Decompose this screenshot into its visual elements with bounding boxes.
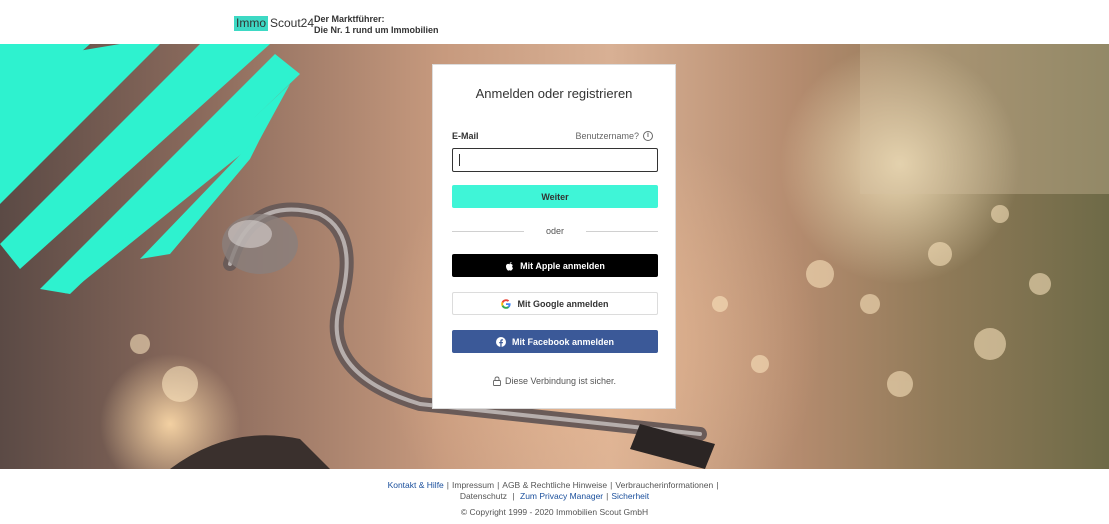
footer-copyright: © Copyright 1999 - 2020 Immobilien Scout… [460, 507, 649, 517]
facebook-icon [495, 336, 506, 347]
immoscout24-logo[interactable]: Immo Scout24 [234, 16, 314, 31]
apple-button-label: Mit Apple anmelden [520, 260, 605, 271]
google-button-label: Mit Google anmelden [517, 298, 609, 309]
footer-link-kontakt[interactable]: Kontakt & Hilfe [388, 480, 444, 490]
footer-separator: | [446, 480, 450, 490]
tagline-line-1: Der Marktführer: [314, 14, 385, 24]
footer-link-privacy-manager[interactable]: Zum Privacy Manager [520, 491, 603, 501]
top-header: Immo Scout24 Der Marktführer: Die Nr. 1 … [0, 0, 1109, 44]
logo-immo: Immo [234, 16, 268, 31]
login-card: Anmelden oder registrieren E-Mail Benutz… [432, 64, 676, 409]
login-title: Anmelden oder registrieren [475, 86, 633, 101]
footer-links-row-1: Kontakt & Hilfe | Impressum | AGB & Rechtlic… [0, 480, 1109, 490]
footer: Kontakt & Hilfe | Impressum | AGB & Rechtlic… [0, 469, 1109, 524]
lock-icon [493, 376, 501, 386]
info-icon[interactable]: i [643, 131, 653, 141]
email-label: E-Mail [452, 131, 479, 141]
continue-button-label: Weiter [541, 191, 569, 202]
tagline-line-2: Die Nr. 1 rund um Immobilien [314, 25, 439, 35]
footer-link-datenschutz[interactable]: Datenschutz [460, 491, 507, 501]
facebook-button-label: Mit Facebook anmelden [511, 336, 615, 347]
footer-link-impressum[interactable]: Impressum [452, 480, 494, 490]
text-cursor [459, 154, 460, 166]
continue-button[interactable]: Weiter [452, 185, 658, 208]
footer-link-sicherheit[interactable]: Sicherheit [611, 491, 649, 501]
footer-separator: | [510, 491, 517, 501]
header-tagline: Der Marktführer: Die Nr. 1 rund um Immob… [314, 14, 439, 36]
username-link-text[interactable]: Benutzername? [575, 131, 639, 141]
google-icon [501, 298, 512, 309]
footer-links-row-2: Datenschutz | Zum Privacy Manager | Sicher… [0, 491, 1109, 501]
facebook-signin-button[interactable]: Mit Facebook anmelden [452, 330, 658, 353]
or-divider: oder [452, 225, 658, 237]
footer-link-agb[interactable]: AGB & Rechtliche Hinweise [502, 480, 607, 490]
google-signin-button[interactable]: Mit Google anmelden [452, 292, 658, 315]
secure-connection-note: Diese Verbindung ist sicher. [433, 376, 675, 386]
footer-link-verbraucherinformationen[interactable]: Verbraucherinformationen [615, 480, 713, 490]
footer-separator: | [716, 480, 719, 490]
apple-signin-button[interactable]: Mit Apple anmelden [452, 254, 658, 277]
secure-text: Diese Verbindung ist sicher. [504, 376, 617, 386]
divider-line-right [586, 231, 658, 232]
apple-icon [506, 261, 514, 271]
email-field[interactable] [452, 148, 658, 172]
logo-scout: Scout24 [270, 16, 315, 30]
username-link[interactable]: Benutzername? i [575, 131, 653, 141]
